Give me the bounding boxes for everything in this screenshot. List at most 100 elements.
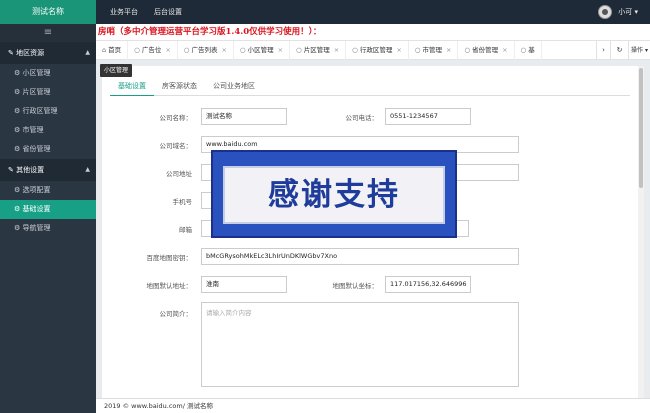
subtab-business-area[interactable]: 公司业务地区: [205, 78, 263, 96]
leaf-icon: ✎: [8, 166, 17, 174]
scrollbar-thumb[interactable]: [639, 68, 643, 188]
company-intro-label: 公司简介：: [159, 310, 193, 318]
tab-icon: ○: [183, 46, 190, 54]
caret-up-icon: ▲: [85, 166, 90, 173]
tab-label: 小区管理: [247, 46, 274, 54]
tab-0[interactable]: ⌂ 首页: [96, 41, 129, 60]
tab-label: 行政区管理: [359, 46, 393, 54]
company-phone-label: 公司电话：: [345, 114, 379, 122]
company-phone-field[interactable]: 0551-1234567: [385, 108, 471, 125]
tab-icon: ○: [464, 46, 471, 54]
close-icon[interactable]: ×: [334, 46, 339, 54]
sidebar-item-label: 导航管理: [22, 224, 51, 232]
sidebar-group-label: 其他设置: [16, 166, 45, 174]
sidebar-item-city[interactable]: ⚙ 市管理: [0, 121, 96, 140]
tab-list: ⌂ 首页 ○ 广告位 × ○ 广告列表 × ○ 小区管理 × ○ 片区管理 × ○ 行政区管理 × ○ 市管理 × ○ 省…: [96, 41, 596, 60]
tab-5[interactable]: ○ 行政区管理 ×: [346, 41, 409, 60]
sidebar-item-district[interactable]: ⚙ 行政区管理: [0, 102, 96, 121]
sidebar-item-options[interactable]: ⚙ 选项配置: [0, 181, 96, 200]
tab-icon: ○: [520, 46, 527, 54]
user-menu[interactable]: 小可 ▾: [598, 0, 638, 24]
close-icon[interactable]: ×: [502, 46, 507, 54]
user-name[interactable]: 小可 ▾: [618, 7, 638, 17]
company-name-field[interactable]: 测试名称: [201, 108, 287, 125]
gear-icon: ⚙: [14, 205, 23, 213]
tab-6[interactable]: ○ 市管理 ×: [409, 41, 459, 60]
operations-dropdown[interactable]: 操作 ▾: [628, 41, 650, 60]
close-icon[interactable]: ×: [165, 46, 170, 54]
panel-scrollbar[interactable]: [638, 66, 644, 398]
subtab-basic[interactable]: 基础设置: [110, 78, 154, 96]
leaf-icon: ✎: [8, 49, 17, 57]
avatar[interactable]: [598, 5, 613, 19]
map-default-address-label: 地图默认地址：: [146, 282, 193, 290]
tab-label: 广告列表: [191, 46, 218, 54]
email-label: 邮箱: [179, 226, 192, 234]
tab-icon: ○: [239, 46, 246, 54]
tab-label: 基: [528, 46, 535, 54]
subtab-listing-status[interactable]: 房客源状态: [154, 78, 205, 96]
close-icon[interactable]: ×: [278, 46, 283, 54]
gear-icon: ⚙: [14, 126, 23, 134]
sidebar-item-area[interactable]: ⚙ 片区管理: [0, 83, 96, 102]
sidebar-item-basic-settings[interactable]: ⚙ 基础设置: [0, 200, 96, 219]
map-default-coord-field[interactable]: 117.017156,32.646996: [385, 276, 471, 293]
sidebar-item-label: 基础设置: [22, 205, 51, 213]
tab-2[interactable]: ○ 广告列表 ×: [178, 41, 234, 60]
footer: 2019 © www.baidu.com/ 测试名称: [96, 398, 650, 413]
sidebar-item-navigation[interactable]: ⚙ 导航管理: [0, 219, 96, 238]
company-name-label: 公司名称：: [159, 114, 193, 122]
notice-banner: 房哨（多中介管理运营平台学习版1.4.0仅供学习使用！）：: [96, 24, 650, 40]
company-intro-textarea[interactable]: 请输入简介内容: [201, 302, 519, 387]
close-icon[interactable]: ×: [446, 46, 451, 54]
tab-label: 市管理: [422, 46, 442, 54]
baidu-key-field[interactable]: bMcGRysohMkELc3LhIrUnDKlWGbv7Xno: [201, 248, 519, 265]
sidebar-item-province[interactable]: ⚙ 省份管理: [0, 140, 96, 159]
close-icon[interactable]: ×: [396, 46, 401, 54]
gear-icon: ⚙: [14, 224, 23, 232]
tab-8[interactable]: ○ 基: [515, 41, 542, 60]
tab-3[interactable]: ○ 小区管理 ×: [234, 41, 291, 60]
tab-next-button[interactable]: ›: [596, 41, 610, 60]
sidebar-item-label: 小区管理: [22, 69, 51, 77]
tab-icon: ○: [296, 46, 302, 54]
caret-up-icon: ▲: [85, 49, 90, 56]
nav-business-platform[interactable]: 业务平台: [110, 0, 138, 24]
subtab-bar: 基础设置 房客源状态 公司业务地区: [110, 78, 630, 96]
tab-7[interactable]: ○ 省份管理 ×: [458, 41, 515, 60]
tab-1[interactable]: ○ 广告位 ×: [128, 41, 178, 60]
brand-logo[interactable]: 测试名称: [0, 0, 96, 24]
tab-4[interactable]: ○ 片区管理 ×: [290, 41, 347, 60]
company-domain-label: 公司域名：: [159, 142, 193, 150]
sidebar-group-region[interactable]: ✎ 地区资源 ▲: [0, 42, 96, 64]
company-address-label: 公司地址: [166, 170, 192, 178]
close-icon[interactable]: ×: [221, 46, 226, 54]
sidebar-group-label: 地区资源: [16, 49, 45, 57]
tab-label: 省份管理: [472, 46, 499, 54]
nav-backend-settings[interactable]: 后台设置: [154, 0, 182, 24]
tab-icon: ○: [134, 46, 140, 54]
sidebar-item-community[interactable]: ⚙ 小区管理: [0, 64, 96, 83]
sidebar-item-label: 行政区管理: [22, 107, 58, 115]
tab-icon: ○: [414, 46, 421, 54]
baidu-key-label: 百度地图密钥：: [146, 254, 193, 262]
top-nav: 业务平台 后台设置: [110, 0, 198, 24]
sidebar-group-other[interactable]: ✎ 其他设置 ▲: [0, 159, 96, 181]
tab-bar: ⌂ 首页 ○ 广告位 × ○ 广告列表 × ○ 小区管理 × ○ 片区管理 × ○ 行政区管理 × ○ 市管理 × ○ 省…: [96, 40, 650, 60]
menu-toggle-icon[interactable]: ≡: [0, 24, 96, 42]
sidebar-item-label: 市管理: [22, 126, 44, 134]
refresh-icon[interactable]: ↻: [610, 41, 628, 60]
sidebar-item-label: 选项配置: [22, 186, 51, 194]
tooltip: 小区管理: [100, 64, 133, 77]
gear-icon: ⚙: [14, 88, 23, 96]
mobile-label: 手机号: [172, 198, 193, 206]
tab-label: 广告位: [141, 46, 162, 54]
map-default-address-field[interactable]: 淮南: [201, 276, 287, 293]
gear-icon: ⚙: [14, 186, 23, 194]
gear-icon: ⚙: [14, 107, 23, 115]
gear-icon: ⚙: [14, 69, 23, 77]
map-default-coord-label: 地图默认坐标：: [332, 282, 379, 290]
sidebar: ≡ ✎ 地区资源 ▲ ⚙ 小区管理 ⚙ 片区管理 ⚙ 行政区管理 ⚙ 市管理 ⚙…: [0, 24, 96, 413]
home-icon: ⌂: [102, 46, 107, 54]
tab-label: 片区管理: [303, 46, 330, 54]
